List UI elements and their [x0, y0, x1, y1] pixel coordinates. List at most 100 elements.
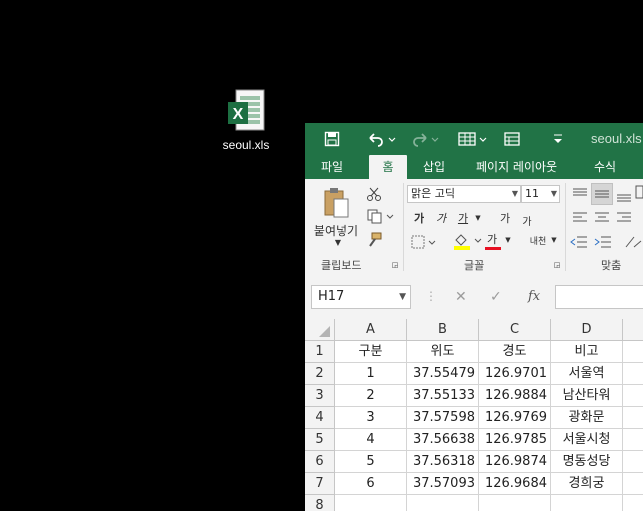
tab-insert[interactable]: 삽입 [415, 155, 453, 179]
format-painter-icon[interactable] [365, 231, 383, 249]
align-top-icon[interactable] [571, 185, 589, 203]
cell[interactable]: 5 [335, 451, 407, 473]
cell[interactable]: 126.9785 [479, 429, 551, 451]
cell[interactable]: 126.9701 [479, 363, 551, 385]
row-header[interactable]: 4 [305, 407, 335, 429]
row-header[interactable]: 6 [305, 451, 335, 473]
cut-icon[interactable] [365, 185, 383, 203]
row-header[interactable]: 2 [305, 363, 335, 385]
redo-icon[interactable] [409, 128, 441, 150]
cell[interactable]: 126.9769 [479, 407, 551, 429]
column-header-d[interactable]: D [551, 319, 623, 341]
cell[interactable] [551, 495, 623, 511]
borders-icon[interactable] [409, 233, 437, 251]
paste-dropdown-icon[interactable]: ▼ [333, 237, 343, 247]
cell[interactable]: 경도 [479, 341, 551, 363]
cell[interactable]: 위도 [407, 341, 479, 363]
cell[interactable]: 126.9684 [479, 473, 551, 495]
cell[interactable] [623, 473, 643, 495]
cell[interactable]: 6 [335, 473, 407, 495]
name-box[interactable]: H17 ▼ [311, 285, 411, 309]
cell[interactable] [623, 385, 643, 407]
phonetic-dropdown-icon[interactable]: ▼ [549, 231, 559, 249]
tab-page-layout[interactable]: 페이지 레이아웃 [468, 155, 565, 179]
desktop-file-seoul[interactable]: X seoul.xls [216, 88, 276, 152]
cell[interactable]: 구분 [335, 341, 407, 363]
cell[interactable] [623, 495, 643, 511]
cell[interactable]: 3 [335, 407, 407, 429]
cell[interactable]: 37.56638 [407, 429, 479, 451]
tab-home[interactable]: 홈 [369, 155, 407, 179]
cell[interactable]: 126.9874 [479, 451, 551, 473]
row-header[interactable]: 1 [305, 341, 335, 363]
cell[interactable] [623, 363, 643, 385]
paste-icon[interactable] [321, 187, 353, 221]
paste-button[interactable]: 붙여넣기 [311, 223, 361, 238]
align-right-icon[interactable] [615, 209, 633, 227]
cancel-icon[interactable]: ✕ [455, 289, 467, 305]
phonetic-button[interactable]: 내천 [527, 231, 549, 249]
cell[interactable]: 남산타워 [551, 385, 623, 407]
cell[interactable] [335, 495, 407, 511]
copy-icon[interactable] [365, 207, 395, 225]
underline-dropdown-icon[interactable]: ▼ [473, 209, 483, 227]
cell[interactable] [623, 451, 643, 473]
cell[interactable]: 37.55133 [407, 385, 479, 407]
customize-icon[interactable] [549, 128, 567, 150]
enter-icon[interactable]: ✓ [490, 289, 502, 305]
cell[interactable]: 명동성당 [551, 451, 623, 473]
row-header[interactable]: 3 [305, 385, 335, 407]
font-color-dropdown-icon[interactable]: ▼ [503, 231, 513, 249]
tab-file[interactable]: 파일 [313, 155, 351, 179]
cell[interactable]: 서울역 [551, 363, 623, 385]
cell[interactable]: 2 [335, 385, 407, 407]
cell[interactable]: 126.9884 [479, 385, 551, 407]
font-name-combo[interactable]: 맑은 고딕 ▼ [407, 185, 521, 203]
font-launcher-icon[interactable]: ◲ [553, 261, 561, 269]
cell[interactable] [623, 429, 643, 451]
cell[interactable]: 서울시청 [551, 429, 623, 451]
text-direction-icon[interactable] [623, 233, 643, 251]
column-header-b[interactable]: B [407, 319, 479, 341]
grow-font-button[interactable]: 가 [497, 209, 513, 227]
column-header-e[interactable] [623, 319, 643, 341]
fill-color-icon[interactable] [451, 231, 483, 251]
cell[interactable]: 37.56318 [407, 451, 479, 473]
column-header-a[interactable]: A [335, 319, 407, 341]
align-middle-icon[interactable] [591, 183, 613, 205]
form-icon[interactable] [455, 128, 489, 150]
bold-button[interactable]: 가 [411, 209, 427, 227]
cell[interactable] [407, 495, 479, 511]
cell[interactable]: 비고 [551, 341, 623, 363]
cell[interactable]: 광화문 [551, 407, 623, 429]
select-all-corner[interactable] [305, 319, 335, 341]
decrease-indent-icon[interactable] [569, 233, 589, 251]
cell[interactable] [623, 341, 643, 363]
row-header[interactable]: 8 [305, 495, 335, 511]
orientation-icon[interactable] [635, 183, 643, 201]
cell[interactable] [623, 407, 643, 429]
column-header-c[interactable]: C [479, 319, 551, 341]
save-icon[interactable] [321, 128, 343, 150]
align-left-icon[interactable] [571, 209, 589, 227]
row-header[interactable]: 7 [305, 473, 335, 495]
cell[interactable]: 경희궁 [551, 473, 623, 495]
clipboard-launcher-icon[interactable]: ◲ [391, 261, 399, 269]
shrink-font-button[interactable]: 가 [519, 211, 535, 229]
insert-function-button[interactable]: fx [528, 289, 540, 304]
cell[interactable]: 37.55479 [407, 363, 479, 385]
align-center-icon[interactable] [593, 209, 611, 227]
cell[interactable]: 4 [335, 429, 407, 451]
font-size-combo[interactable]: 11 ▼ [521, 185, 560, 203]
align-bottom-icon[interactable] [615, 187, 633, 205]
cell[interactable] [479, 495, 551, 511]
font-color-button[interactable]: 가 [483, 231, 501, 247]
cell[interactable]: 37.57598 [407, 407, 479, 429]
cell[interactable]: 1 [335, 363, 407, 385]
increase-indent-icon[interactable] [593, 233, 613, 251]
undo-icon[interactable] [365, 128, 397, 150]
tab-formulas[interactable]: 수식 [586, 155, 624, 179]
underline-button[interactable]: 가 [455, 209, 471, 227]
cell[interactable]: 37.57093 [407, 473, 479, 495]
row-header[interactable]: 5 [305, 429, 335, 451]
